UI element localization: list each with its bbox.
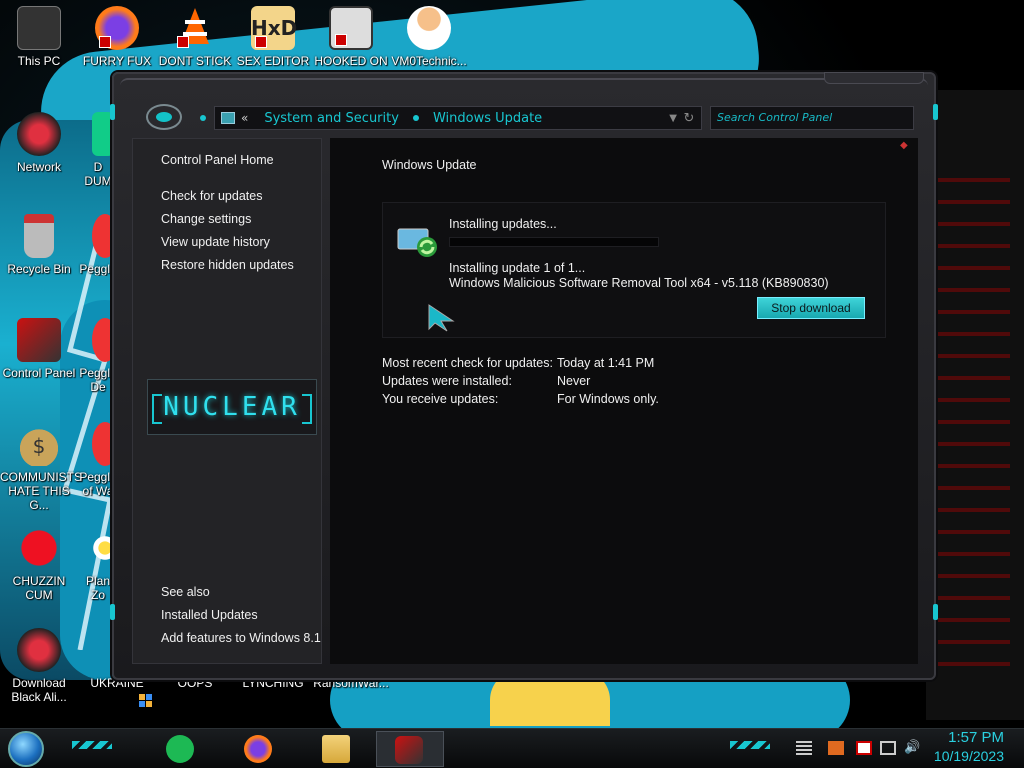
info-label: You receive updates: xyxy=(382,392,499,406)
desktop-icon-sex-editor[interactable]: HxD SEX EDITOR xyxy=(234,6,312,68)
chuzzle-icon xyxy=(17,526,61,570)
info-row-last-check: Most recent check for updates: Today at … xyxy=(382,356,654,370)
view-update-history-link[interactable]: View update history xyxy=(161,235,270,249)
network-icon[interactable] xyxy=(880,741,896,755)
action-center-icon[interactable] xyxy=(796,741,812,755)
nuclear-theme-logo: NUCLEAR xyxy=(147,379,317,435)
firefox-icon xyxy=(244,735,272,763)
left-navigation-pane: Control Panel Home Check for updates Cha… xyxy=(132,138,322,707)
windows-update-icon xyxy=(397,228,437,257)
firefox-icon xyxy=(95,6,139,50)
start-button[interactable] xyxy=(8,731,44,767)
clock-date: 10/19/2023 xyxy=(933,748,1004,764)
restore-hidden-updates-link[interactable]: Restore hidden updates xyxy=(161,258,294,272)
search-input[interactable]: Search Control Panel xyxy=(710,106,914,130)
update-progress-text: Installing update 1 of 1... xyxy=(449,261,586,275)
info-value: For Windows only. xyxy=(557,392,659,406)
breadcrumb-system-and-security[interactable]: System and Security xyxy=(264,111,399,126)
warning-icon[interactable] xyxy=(828,741,844,755)
update-status-panel: Installing updates... Installing update … xyxy=(382,202,886,338)
info-label: Updates were installed: xyxy=(382,374,512,388)
computer-icon xyxy=(17,6,61,50)
install-progress-bar xyxy=(449,237,659,247)
game-icon xyxy=(329,6,373,50)
stop-download-button[interactable]: Stop download xyxy=(757,297,865,319)
desktop-icon-chuzzin-cum[interactable]: CHUZZIN CUM xyxy=(0,526,78,602)
breadcrumb-windows-update[interactable]: Windows Update xyxy=(433,111,542,126)
chevron-down-icon[interactable]: ▼ xyxy=(669,113,677,124)
info-row-installed: Updates were installed: Never xyxy=(382,374,590,388)
recycle-bin-icon xyxy=(24,214,54,258)
mouse-cursor-icon xyxy=(428,304,455,332)
desktop-icon-control-panel[interactable]: Control Panel xyxy=(0,318,78,380)
hex-editor-icon: HxD xyxy=(251,6,297,50)
vlc-icon xyxy=(173,6,217,50)
spotify-icon xyxy=(166,735,194,763)
folder-icon xyxy=(322,735,350,763)
control-panel-home-link[interactable]: Control Panel Home xyxy=(161,153,274,167)
see-also-heading: See also xyxy=(161,585,210,599)
taskbar-control-panel[interactable] xyxy=(376,731,444,767)
add-features-link[interactable]: Add features to Windows 8.1 xyxy=(161,631,321,645)
info-label: Most recent check for updates: xyxy=(382,356,553,370)
clock-time: 1:57 PM xyxy=(948,729,1004,746)
desktop-icon-dont-stick[interactable]: DONT STICK xyxy=(156,6,234,68)
breadcrumb-separator-icon xyxy=(412,115,419,121)
alien-orb-icon xyxy=(17,112,61,156)
back-chevron-icon[interactable]: « xyxy=(241,111,248,125)
main-content: ◆ Windows Update Installing updates... I… xyxy=(330,138,918,664)
money-bag-icon: $ xyxy=(17,422,61,466)
taskbar-spotify[interactable] xyxy=(156,731,204,767)
update-name-text: Windows Malicious Software Removal Tool … xyxy=(449,276,829,290)
info-value: Today at 1:41 PM xyxy=(557,356,655,370)
alien-orb-icon xyxy=(17,628,61,672)
doctor-icon xyxy=(407,6,451,50)
taskbar: 🔊 1:57 PM 10/19/2023 xyxy=(0,728,1024,768)
installed-updates-link[interactable]: Installed Updates xyxy=(161,608,258,622)
desktop-icon-hooked-on[interactable]: HOOKED ON xyxy=(312,6,390,68)
volume-icon[interactable]: 🔊 xyxy=(904,741,920,755)
refresh-icon[interactable]: ↻ xyxy=(677,111,701,126)
flag-error-icon[interactable] xyxy=(856,741,872,755)
desktop-icon-communists[interactable]: $ COMMUNISTS HATE THIS G... xyxy=(0,422,82,512)
change-settings-link[interactable]: Change settings xyxy=(161,212,251,226)
window-frame-tab xyxy=(824,72,924,84)
desktop-icon-download-black-ali[interactable]: Download Black Ali... xyxy=(0,628,78,704)
control-panel-icon xyxy=(17,318,61,362)
info-row-receive: You receive updates: For Windows only. xyxy=(382,392,659,406)
info-value: Never xyxy=(557,374,591,388)
windows-update-window: « System and Security Windows Update ▼ ↻… xyxy=(110,72,938,707)
desktop-icon-vm0technic[interactable]: VM0Technic... xyxy=(390,6,468,68)
desktop-icon-this-pc[interactable]: This PC xyxy=(0,6,78,68)
desktop-icon-recycle-bin[interactable]: Recycle Bin xyxy=(0,214,78,276)
page-title: Windows Update xyxy=(382,158,477,172)
windows-features-icon xyxy=(139,694,153,708)
check-for-updates-link[interactable]: Check for updates xyxy=(161,189,262,203)
control-panel-icon xyxy=(221,112,235,124)
desktop-icon-furry-fux[interactable]: FURRY FUX xyxy=(78,6,156,68)
help-icon[interactable]: ◆ xyxy=(900,140,910,151)
taskbar-firefox[interactable] xyxy=(234,731,282,767)
address-bar[interactable]: « System and Security Windows Update ▼ ↻ xyxy=(214,106,702,130)
install-status-text: Installing updates... xyxy=(449,217,557,231)
control-panel-icon xyxy=(395,736,423,764)
taskbar-file-explorer[interactable] xyxy=(312,731,360,767)
system-clock[interactable]: 1:57 PM 10/19/2023 xyxy=(934,729,1004,765)
desktop-icon-network[interactable]: Network xyxy=(0,112,78,174)
window-logo-icon xyxy=(146,104,182,130)
